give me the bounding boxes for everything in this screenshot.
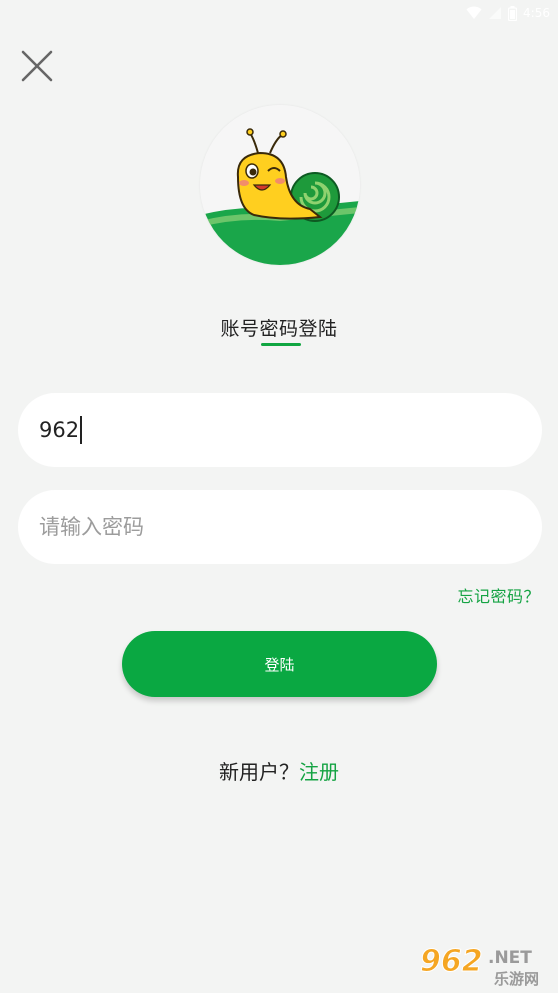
status-time: 4:56 <box>523 6 550 20</box>
username-value: 962 <box>39 418 80 442</box>
title-underline <box>261 343 301 346</box>
login-title: 账号密码登陆 <box>220 318 338 340</box>
text-cursor <box>80 416 82 444</box>
wifi-icon <box>466 6 482 20</box>
watermark-main-text: 962 <box>420 944 483 979</box>
status-bar: 4:56 <box>0 0 558 26</box>
login-button[interactable]: 登陆 <box>122 631 437 697</box>
watermark-sub-text: 乐游网 <box>494 970 539 988</box>
forgot-password-link[interactable]: 忘记密码？ <box>457 583 540 607</box>
signal-icon <box>488 6 502 20</box>
close-icon <box>20 49 54 87</box>
app-logo <box>200 105 360 265</box>
register-link[interactable]: 注册 <box>299 760 339 784</box>
login-button-label: 登陆 <box>264 655 295 674</box>
status-icons: 4:56 <box>466 4 550 22</box>
register-row: 新用户？注册 <box>0 756 558 785</box>
password-field[interactable] <box>18 490 542 564</box>
site-watermark: 962 .NET 乐游网 <box>418 941 552 989</box>
watermark-net-text: .NET <box>488 948 532 968</box>
register-prompt: 新用户？ <box>219 760 299 784</box>
snail-mascot-icon <box>200 105 360 265</box>
password-input[interactable] <box>39 515 509 539</box>
login-title-wrap: 账号密码登陆 <box>0 314 558 341</box>
username-field[interactable]: 962 <box>18 393 542 467</box>
close-button[interactable] <box>18 49 56 87</box>
battery-icon <box>508 5 518 21</box>
